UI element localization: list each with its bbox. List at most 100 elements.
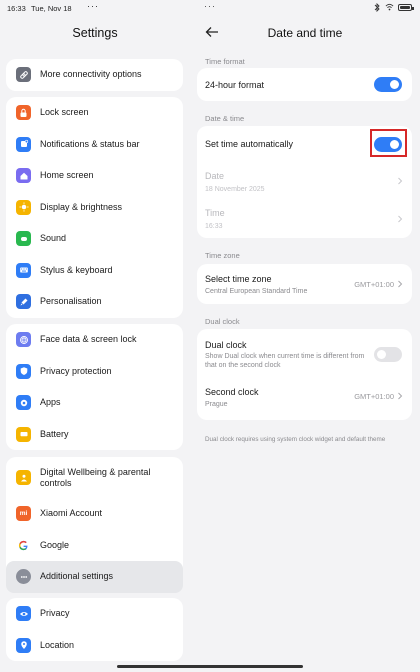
chevron-right-icon: [398, 280, 403, 288]
settings-group-personal: Lock screen Notifications & status bar H…: [6, 97, 183, 318]
gear-icon: [16, 395, 31, 411]
settings-group-privacy: Privacy Location: [6, 598, 183, 661]
sidebar-item-display[interactable]: Display & brightness: [6, 192, 183, 224]
sidebar-item-label: Display & brightness: [40, 201, 123, 212]
xiaomi-icon: mi: [16, 506, 31, 522]
sidebar-item-label: Privacy: [40, 608, 70, 619]
row-second-clock[interactable]: Second clock Prague GMT+01:00: [197, 381, 412, 419]
sidebar-item-label: Lock screen: [40, 107, 89, 118]
sidebar-item-label: Stylus & keyboard: [40, 264, 113, 275]
settings-group-connectivity: More connectivity options: [6, 59, 183, 91]
card-dual-clock: Dual clock Show Dual clock when current …: [197, 329, 412, 420]
sidebar-item-privacy[interactable]: Privacy: [6, 598, 183, 630]
home-icon: [16, 168, 31, 184]
location-icon: [16, 637, 31, 653]
battery-icon: [16, 426, 31, 442]
google-icon: [16, 537, 31, 553]
eye-icon: [16, 606, 31, 622]
sidebar-item-more-connectivity[interactable]: More connectivity options: [6, 59, 183, 91]
sun-icon: [16, 199, 31, 215]
row-select-time-zone[interactable]: Select time zone Central European Standa…: [197, 264, 412, 304]
settings-sidebar: Settings More connectivity options Lock …: [0, 16, 190, 672]
row-title: Set time automatically: [205, 139, 294, 149]
section-label-dual-clock: Dual clock: [205, 317, 240, 326]
hour24-toggle[interactable]: [374, 77, 402, 92]
sidebar-item-label: Face data & screen lock: [40, 334, 137, 345]
status-dots-left: ···: [87, 1, 99, 11]
sidebar-item-privacy-protection[interactable]: Privacy protection: [6, 356, 183, 388]
wellbeing-icon: [16, 470, 31, 485]
sidebar-item-label: Xiaomi Account: [40, 508, 103, 519]
card-time-format: 24-hour format: [197, 68, 412, 101]
card-time-zone: Select time zone Central European Standa…: [197, 264, 412, 304]
dual-clock-footnote: Dual clock requires using system clock w…: [205, 436, 386, 443]
wifi-icon: [385, 3, 394, 11]
sidebar-item-notifications[interactable]: Notifications & status bar: [6, 129, 183, 161]
row-subtitle: 16:33: [205, 223, 223, 230]
sidebar-item-label: Digital Wellbeing & parental controls: [40, 466, 151, 488]
settings-group-security: Face data & screen lock Privacy protecti…: [6, 324, 183, 450]
sidebar-item-label: Battery: [40, 428, 69, 439]
sidebar-item-location[interactable]: Location: [6, 630, 183, 662]
section-label-time-zone: Time zone: [205, 251, 240, 260]
sidebar-item-label: More connectivity options: [40, 69, 142, 80]
link-icon: [16, 67, 31, 83]
chevron-right-icon: [398, 215, 403, 223]
sidebar-item-digital-wellbeing[interactable]: Digital Wellbeing & parental controls: [6, 457, 183, 498]
page-title: Date and time: [267, 26, 343, 40]
sidebar-item-stylus-keyboard[interactable]: Stylus & keyboard: [6, 255, 183, 287]
sidebar-item-lock-screen[interactable]: Lock screen: [6, 97, 183, 129]
settings-title: Settings: [72, 26, 118, 40]
notification-icon: [16, 136, 31, 152]
dual-clock-toggle[interactable]: [374, 347, 402, 362]
sidebar-item-label: Notifications & status bar: [40, 138, 140, 149]
settings-group-account: Digital Wellbeing & parental controls mi…: [6, 457, 183, 593]
sidebar-item-label: Apps: [40, 397, 61, 408]
sound-icon: [16, 231, 31, 247]
row-title: Dual clock: [205, 340, 247, 350]
sidebar-item-battery[interactable]: Battery: [6, 419, 183, 451]
sidebar-item-home-screen[interactable]: Home screen: [6, 160, 183, 192]
sidebar-item-label: Sound: [40, 233, 67, 244]
battery-status-icon: [398, 3, 414, 11]
sidebar-item-sound[interactable]: Sound: [6, 223, 183, 255]
sidebar-item-apps[interactable]: Apps: [6, 387, 183, 419]
status-date: Tue, Nov 18: [31, 4, 72, 13]
row-title: Time: [205, 208, 225, 218]
sidebar-item-label: Additional settings: [40, 571, 114, 582]
row-subtitle: Show Dual clock when current time is dif…: [205, 353, 365, 369]
status-bar: 16:33 Tue, Nov 18 ··· ···: [0, 0, 420, 16]
row-subtitle: 18 November 2025: [205, 186, 265, 193]
row-title: 24-hour format: [205, 80, 265, 90]
status-time: 16:33: [7, 4, 26, 13]
row-dual-clock[interactable]: Dual clock Show Dual clock when current …: [197, 329, 412, 379]
row-title: Select time zone: [205, 274, 272, 284]
date-time-panel: Date and time Time format 24-hour format…: [190, 16, 420, 672]
sidebar-item-label: Google: [40, 539, 70, 550]
row-24-hour-format[interactable]: 24-hour format: [197, 68, 412, 101]
row-time: Time 16:33: [197, 200, 412, 238]
bluetooth-icon: [372, 2, 381, 12]
status-dots-center: ···: [204, 1, 216, 11]
row-title: Date: [205, 171, 225, 181]
chevron-right-icon: [398, 177, 403, 185]
chevron-right-icon: [398, 392, 403, 400]
sidebar-item-label: Location: [40, 639, 75, 650]
time-zone-value: GMT+01:00: [354, 280, 394, 289]
home-indicator[interactable]: [117, 665, 303, 668]
keyboard-icon: [16, 262, 31, 278]
sidebar-item-google[interactable]: Google: [6, 530, 183, 562]
row-subtitle: Prague: [205, 401, 228, 408]
sidebar-item-label: Privacy protection: [40, 365, 112, 376]
second-clock-value: GMT+01:00: [354, 392, 394, 401]
sidebar-item-personalisation[interactable]: Personalisation: [6, 286, 183, 318]
sidebar-item-label: Home screen: [40, 170, 94, 181]
lock-icon: [16, 105, 31, 121]
fingerprint-icon: [16, 332, 31, 348]
sidebar-item-additional-settings[interactable]: Additional settings: [6, 561, 183, 593]
privacy-icon: [16, 363, 31, 379]
section-label-time-format: Time format: [205, 57, 245, 66]
sidebar-item-xiaomi-account[interactable]: mi Xiaomi Account: [6, 498, 183, 530]
sidebar-item-face-data[interactable]: Face data & screen lock: [6, 324, 183, 356]
highlight-box: [370, 129, 407, 157]
